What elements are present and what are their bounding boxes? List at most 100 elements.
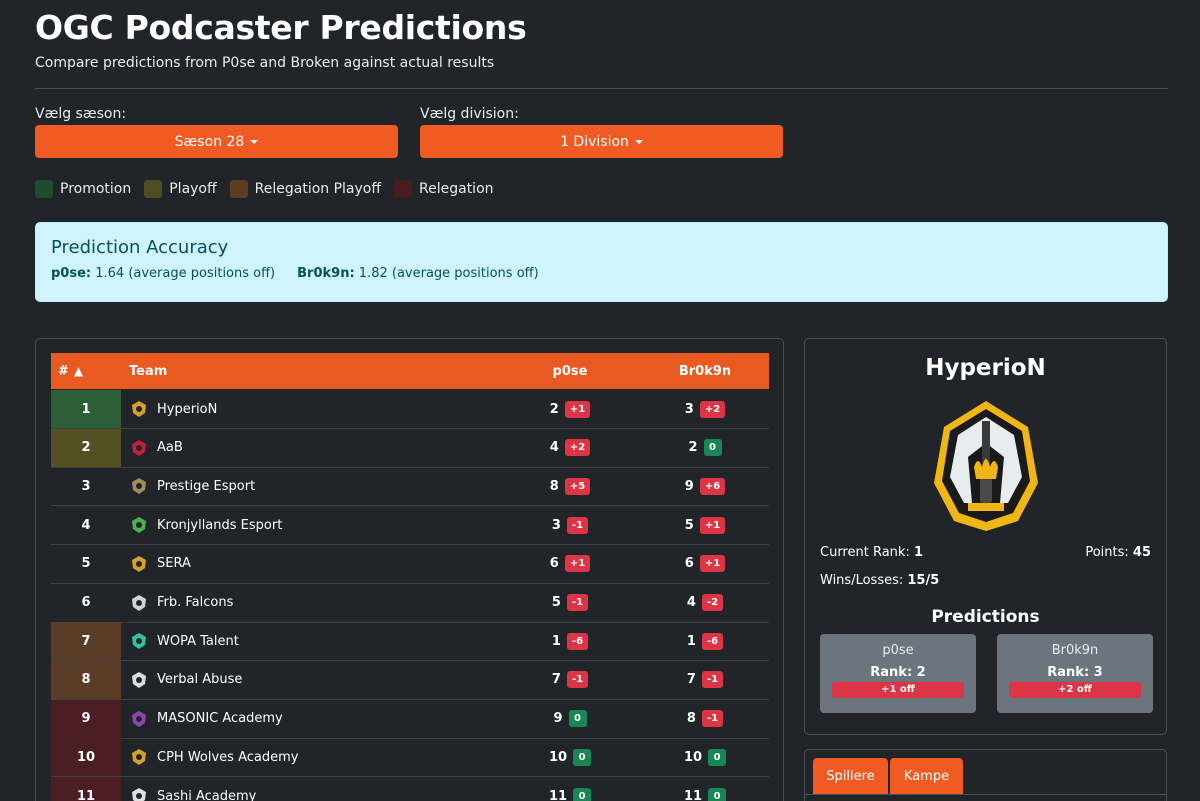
row-broken-prediction: 9 +6 xyxy=(641,477,769,495)
page-subtitle: Compare predictions from P0se and Broken… xyxy=(35,55,495,71)
row-rank-value: 11 xyxy=(76,788,96,801)
row-rank-value: 1 xyxy=(81,401,91,417)
accuracy-p0se: p0se: 1.64 (average positions off) xyxy=(51,266,275,281)
p0se-rank: 11 xyxy=(548,788,568,801)
broken-column-header[interactable]: Br0k9n xyxy=(641,364,769,379)
p0se-diff-badge: -1 xyxy=(566,516,589,534)
broken-diff-badge: +2 xyxy=(699,400,726,418)
page-title: OGC Podcaster Predictions xyxy=(35,8,527,47)
broken-diff-badge: 0 xyxy=(708,787,727,801)
team-name: Frb. Falcons xyxy=(157,595,234,610)
p0se-rank: 8 xyxy=(549,478,559,494)
broken-prediction-rank: Rank: 3 xyxy=(1047,665,1103,680)
row-broken-prediction: 11 0 xyxy=(641,787,769,801)
broken-rank: 3 xyxy=(684,401,694,417)
p0se-rank: 3 xyxy=(551,517,561,533)
row-team: Kronjyllands Esport xyxy=(121,515,499,535)
row-p0se-prediction: 5 -1 xyxy=(499,594,641,611)
team-name: WOPA Talent xyxy=(157,633,239,649)
season-dropdown[interactable]: Sæson 28 xyxy=(35,125,398,158)
p0se-rank: 4 xyxy=(549,440,559,456)
table-row[interactable]: 10 CPH Wolves Academy 10 0 10 0 xyxy=(51,738,769,778)
table-row[interactable]: 9 MASONIC Academy 9 0 8 -1 xyxy=(51,699,769,739)
points-label: Points: xyxy=(1085,545,1129,560)
rank-column-header[interactable]: # ▲ xyxy=(51,364,121,379)
row-broken-prediction: 10 0 xyxy=(641,748,769,766)
tab-spillere[interactable]: Spillere xyxy=(813,758,888,794)
legend-item: Relegation Playoff xyxy=(229,180,381,198)
table-row[interactable]: 2 AaB 4 +2 2 0 xyxy=(51,428,769,468)
sort-ascending-icon: ▲ xyxy=(73,364,84,378)
team-name: Prestige Esport xyxy=(157,478,256,494)
division-dropdown[interactable]: 1 Division xyxy=(420,125,783,158)
team-detail-card: HyperioN Current Rank: 1 Points: 45 Wins… xyxy=(804,338,1167,735)
broken-diff-badge: -1 xyxy=(701,671,724,689)
p0se-prediction-box: p0se Rank: 2 +1 off xyxy=(820,634,976,713)
team-name: HyperioN xyxy=(157,401,218,417)
accuracy-p0se-name: p0se: xyxy=(51,266,92,281)
row-rank-value: 5 xyxy=(81,556,91,572)
standings-header: # ▲ Team p0se Br0k9n xyxy=(51,353,769,389)
tab-kampe[interactable]: Kampe xyxy=(890,758,963,794)
p0se-diff-badge: +5 xyxy=(564,477,591,495)
broken-diff-badge: -2 xyxy=(701,594,724,611)
legend-swatch xyxy=(394,180,413,198)
row-team: SERA xyxy=(121,554,499,574)
season-dropdown-value: Sæson 28 xyxy=(174,133,245,150)
detail-current-rank: Current Rank: 1 xyxy=(820,545,923,560)
broken-rank: 9 xyxy=(684,478,694,494)
row-team: HyperioN xyxy=(121,399,499,419)
rank-value: 1 xyxy=(913,545,924,560)
broken-diff-badge: 0 xyxy=(708,748,727,766)
hyperion-large-logo-icon xyxy=(934,401,1038,531)
row-rank-value: 8 xyxy=(81,672,91,688)
p0se-prediction-off: +1 off xyxy=(832,682,964,698)
accuracy-p0se-value: 1.64 (average positions off) xyxy=(95,266,276,281)
p0se-rank: 1 xyxy=(551,633,561,649)
broken-rank: 2 xyxy=(688,440,698,456)
p0se-rank: 6 xyxy=(549,556,559,572)
row-broken-prediction: 3 +2 xyxy=(641,400,769,418)
row-team: MASONIC Academy xyxy=(121,709,499,729)
row-rank: 9 xyxy=(51,699,121,738)
cph-wolves-logo-icon xyxy=(129,747,149,767)
row-rank-value: 7 xyxy=(81,633,91,649)
points-value: 45 xyxy=(1132,545,1151,560)
accuracy-broken-value: 1.82 (average positions off) xyxy=(358,266,539,281)
row-team: AaB xyxy=(121,438,499,458)
broken-diff-badge: 0 xyxy=(703,439,722,457)
p0se-diff-badge: 0 xyxy=(573,748,592,766)
row-rank: 6 xyxy=(51,584,121,622)
table-row[interactable]: 6 Frb. Falcons 5 -1 4 -2 xyxy=(51,584,769,623)
row-p0se-prediction: 10 0 xyxy=(499,748,641,766)
legend-label: Relegation xyxy=(419,181,494,197)
p0se-diff-badge: -1 xyxy=(566,594,589,611)
table-row[interactable]: 7 WOPA Talent 1 -6 1 -6 xyxy=(51,622,769,662)
table-row[interactable]: 1 HyperioN 2 +1 3 +2 xyxy=(51,390,769,429)
p0se-diff-badge: 0 xyxy=(573,787,592,801)
p0se-column-header[interactable]: p0se xyxy=(499,364,641,379)
broken-rank: 6 xyxy=(684,556,694,572)
broken-rank: 5 xyxy=(684,517,694,533)
row-p0se-prediction: 6 +1 xyxy=(499,555,641,573)
legend-item: Relegation xyxy=(394,180,494,198)
detail-points: Points: 45 xyxy=(1085,545,1151,560)
row-p0se-prediction: 90 xyxy=(499,710,641,728)
legend-swatch xyxy=(229,180,248,198)
row-p0se-prediction: 11 0 xyxy=(499,787,641,801)
legend-swatch xyxy=(144,180,163,198)
row-p0se-prediction: 8 +5 xyxy=(499,477,641,495)
team-name: SERA xyxy=(157,556,191,572)
table-row[interactable]: 8 Verbal Abuse 7 -1 7 -1 xyxy=(51,660,769,700)
row-broken-prediction: 20 xyxy=(641,439,769,457)
team-name: AaB xyxy=(157,440,183,456)
table-row[interactable]: 4 Kronjyllands Esport 3 -1 5 +1 xyxy=(51,506,769,546)
rank-header-label: # xyxy=(58,363,69,379)
broken-rank: 7 xyxy=(686,672,696,688)
legend-item: Promotion xyxy=(35,180,131,198)
team-column-header[interactable]: Team xyxy=(121,364,499,379)
table-row[interactable]: 11 Sashi Academy 11 0 11 0 xyxy=(51,777,769,801)
broken-rank: 10 xyxy=(683,749,703,765)
table-row[interactable]: 3 Prestige Esport 8 +5 9 +6 xyxy=(51,467,769,507)
table-row[interactable]: 5 SERA 6 +1 6 +1 xyxy=(51,545,769,584)
